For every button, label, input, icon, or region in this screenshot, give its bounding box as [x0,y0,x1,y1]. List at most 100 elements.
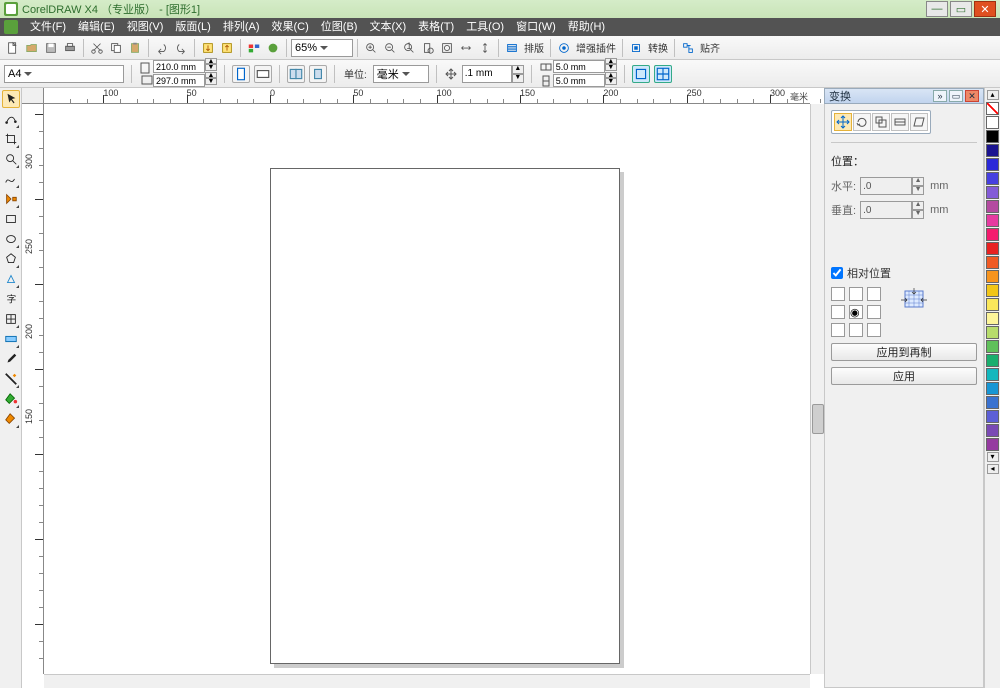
paste-button[interactable] [126,39,144,57]
interactive-tool[interactable] [2,330,20,348]
anchor-mc[interactable]: ◉ [849,305,863,319]
menu-table[interactable]: 表格(T) [412,18,460,36]
zoom-in-button[interactable] [362,39,380,57]
menu-file[interactable]: 文件(F) [24,18,72,36]
ruler-origin[interactable] [22,88,44,104]
welcome-button[interactable] [264,39,282,57]
swatch-21[interactable] [986,410,999,423]
tab-scale[interactable] [872,113,890,131]
swatch-9[interactable] [986,242,999,255]
scrollbar-horizontal[interactable] [44,674,810,688]
save-button[interactable] [42,39,60,57]
ellipse-tool[interactable] [2,230,20,248]
text-tool[interactable]: 字 [2,290,20,308]
swatch-19[interactable] [986,382,999,395]
menu-layout[interactable]: 版面(L) [169,18,216,36]
current-page-button[interactable] [309,65,327,83]
swatch-17[interactable] [986,354,999,367]
print-button[interactable] [61,39,79,57]
palette-scroll-up[interactable]: ▴ [987,90,999,100]
smart-fill-tool[interactable] [2,190,20,208]
basic-shapes-tool[interactable] [2,270,20,288]
zoom-width-button[interactable] [457,39,475,57]
swatch-13[interactable] [986,298,999,311]
palette-flyout[interactable]: ◂ [987,464,999,474]
tab-skew[interactable] [910,113,928,131]
fill-tool[interactable] [2,390,20,408]
ruler-vertical[interactable]: 300250200150 [22,104,44,674]
plg4-icon[interactable] [679,39,697,57]
menu-effects[interactable]: 效果(C) [266,18,315,36]
minimize-button[interactable]: — [926,1,948,17]
snap-pixels-button[interactable] [632,65,650,83]
plg1-icon[interactable] [503,39,521,57]
apply-duplicate-button[interactable]: 应用到再制 [831,343,977,361]
anchor-br[interactable] [867,323,881,337]
snap-baseline-button[interactable] [654,65,672,83]
zoom-height-button[interactable] [476,39,494,57]
menu-view[interactable]: 视图(V) [121,18,170,36]
swatch-18[interactable] [986,368,999,381]
swatch-23[interactable] [986,438,999,451]
menu-help[interactable]: 帮助(H) [562,18,611,36]
menu-window[interactable]: 窗口(W) [510,18,562,36]
nudge-spinner[interactable]: ▲▼ [462,65,524,83]
all-pages-button[interactable] [287,65,305,83]
app-launcher-button[interactable] [245,39,263,57]
dup-y-spinner[interactable]: ▲▼ [539,74,617,87]
docker-collapse-button[interactable]: » [933,90,947,102]
swatch-8[interactable] [986,228,999,241]
page[interactable] [270,168,620,664]
redo-button[interactable] [172,39,190,57]
docker-titlebar[interactable]: 变换 » ▭ ✕ [824,88,984,104]
swatch-6[interactable] [986,200,999,213]
swatch-10[interactable] [986,256,999,269]
docker-close-button[interactable]: ✕ [965,90,979,102]
apply-button[interactable]: 应用 [831,367,977,385]
swatch-7[interactable] [986,214,999,227]
swatch-2[interactable] [986,144,999,157]
interactive-fill-tool[interactable] [2,410,20,428]
menu-text[interactable]: 文本(X) [363,18,412,36]
plg3-icon[interactable] [627,39,645,57]
zoom-tool[interactable] [2,150,20,168]
swatch-22[interactable] [986,424,999,437]
swatch-11[interactable] [986,270,999,283]
outline-tool[interactable] [2,370,20,388]
h-spinner[interactable]: ▲▼ [860,177,924,195]
cut-button[interactable] [88,39,106,57]
swatch-none[interactable] [986,102,999,115]
anchor-ml[interactable] [831,305,845,319]
swatch-0[interactable] [986,116,999,129]
swatch-3[interactable] [986,158,999,171]
polygon-tool[interactable] [2,250,20,268]
tab-size[interactable] [891,113,909,131]
swatch-14[interactable] [986,312,999,325]
zoom-actual-button[interactable]: 1 [400,39,418,57]
swatch-15[interactable] [986,326,999,339]
rectangle-tool[interactable] [2,210,20,228]
ruler-horizontal[interactable]: 毫米 10050050100150200250300 [44,88,810,104]
anchor-grid[interactable]: ◉ [831,287,881,337]
maximize-button[interactable]: ▭ [950,1,972,17]
menu-tools[interactable]: 工具(O) [460,18,510,36]
units-combo[interactable]: 毫米 [373,65,429,83]
anchor-mr[interactable] [867,305,881,319]
docker-min-button[interactable]: ▭ [949,90,963,102]
plg-snap-label[interactable]: 贴齐 [698,40,722,55]
portrait-button[interactable] [232,65,250,83]
menu-bitmaps[interactable]: 位图(B) [315,18,364,36]
paper-size-combo[interactable]: A4 [4,65,124,83]
tab-rotate[interactable] [853,113,871,131]
relative-checkbox[interactable]: 相对位置 [831,265,977,281]
menu-arrange[interactable]: 排列(A) [217,18,266,36]
zoom-page-button[interactable] [419,39,437,57]
landscape-button[interactable] [254,65,272,83]
import-button[interactable] [199,39,217,57]
table-tool[interactable] [2,310,20,328]
plg2-icon[interactable] [555,39,573,57]
anchor-tc[interactable] [849,287,863,301]
palette-scroll-down[interactable]: ▾ [987,452,999,462]
app-menu-icon[interactable] [4,20,18,34]
zoom-fit-button[interactable] [438,39,456,57]
